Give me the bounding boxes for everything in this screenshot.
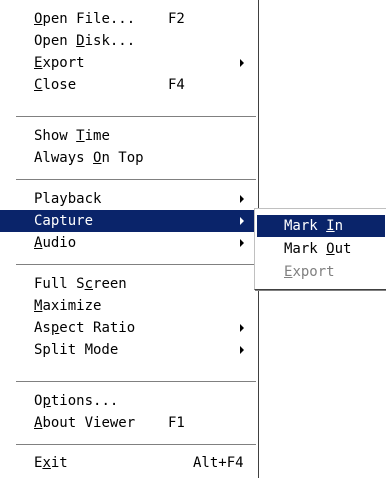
main-context-menu: Open File... F2 Open Disk... Export Clos… bbox=[0, 0, 259, 478]
menu-item-show-time[interactable]: Show Time bbox=[0, 125, 256, 147]
menu-item-label: Exit bbox=[34, 455, 68, 471]
menu-item-label: Mark Out bbox=[284, 241, 352, 257]
menu-item-exit[interactable]: Exit Alt+F4 bbox=[0, 452, 256, 474]
menu-item-label: Aspect Ratio bbox=[34, 320, 136, 336]
menu-item-playback[interactable]: Playback bbox=[0, 188, 256, 210]
menu-item-open-disk[interactable]: Open Disk... bbox=[0, 30, 256, 52]
menu-item-label: Split Mode bbox=[34, 342, 119, 358]
shortcut-label: F4 bbox=[168, 77, 185, 93]
menu-item-label: Options... bbox=[34, 393, 119, 409]
submenu-arrow-icon bbox=[240, 324, 244, 332]
menu-item-label: Close bbox=[34, 77, 77, 93]
capture-submenu: Mark In Mark Out Export bbox=[254, 208, 386, 290]
submenu-item-mark-in[interactable]: Mark In bbox=[257, 215, 385, 237]
submenu-arrow-icon bbox=[240, 217, 244, 225]
menu-item-close[interactable]: Close F4 bbox=[0, 74, 256, 96]
menu-item-audio[interactable]: Audio bbox=[0, 232, 256, 254]
menu-item-label: Export bbox=[284, 264, 335, 280]
menu-item-full-screen[interactable]: Full Screen bbox=[0, 273, 256, 295]
shortcut-label: F1 bbox=[168, 415, 185, 431]
menu-item-always-on-top[interactable]: Always On Top bbox=[0, 147, 256, 169]
submenu-arrow-icon bbox=[240, 195, 244, 203]
menu-item-label: Export bbox=[34, 55, 85, 71]
menu-separator bbox=[16, 116, 256, 118]
menu-item-options[interactable]: Options... bbox=[0, 390, 256, 412]
menu-item-split-mode[interactable]: Split Mode bbox=[0, 339, 256, 361]
menu-item-open-file[interactable]: Open File... F2 bbox=[0, 8, 256, 30]
menu-item-label: Audio bbox=[34, 235, 77, 251]
menu-item-label: About Viewer bbox=[34, 415, 136, 431]
menu-item-label: Maximize bbox=[34, 298, 102, 314]
menu-item-label: Open File... bbox=[34, 11, 136, 27]
menu-item-aspect-ratio[interactable]: Aspect Ratio bbox=[0, 317, 256, 339]
submenu-arrow-icon bbox=[240, 346, 244, 354]
menu-item-export[interactable]: Export bbox=[0, 52, 256, 74]
shortcut-label: F2 bbox=[168, 11, 185, 27]
menu-separator bbox=[16, 179, 256, 181]
menu-item-label: Capture bbox=[34, 213, 94, 229]
menu-item-label: Open Disk... bbox=[34, 33, 136, 49]
submenu-arrow-icon bbox=[240, 239, 244, 247]
menu-item-about-viewer[interactable]: About Viewer F1 bbox=[0, 412, 256, 434]
menu-item-capture[interactable]: Capture bbox=[0, 210, 256, 232]
menu-separator bbox=[16, 264, 256, 266]
menu-item-label: Always On Top bbox=[34, 150, 144, 166]
menu-item-label: Mark In bbox=[284, 218, 344, 234]
menu-item-label: Full Screen bbox=[34, 276, 127, 292]
submenu-item-mark-out[interactable]: Mark Out bbox=[257, 238, 385, 260]
menu-item-label: Playback bbox=[34, 191, 102, 207]
menu-item-maximize[interactable]: Maximize bbox=[0, 295, 256, 317]
menu-separator bbox=[16, 444, 256, 446]
shortcut-label: Alt+F4 bbox=[193, 455, 244, 471]
menu-item-label: Show Time bbox=[34, 128, 110, 144]
menu-separator bbox=[16, 381, 256, 383]
submenu-arrow-icon bbox=[240, 59, 244, 67]
submenu-item-export: Export bbox=[257, 261, 385, 283]
